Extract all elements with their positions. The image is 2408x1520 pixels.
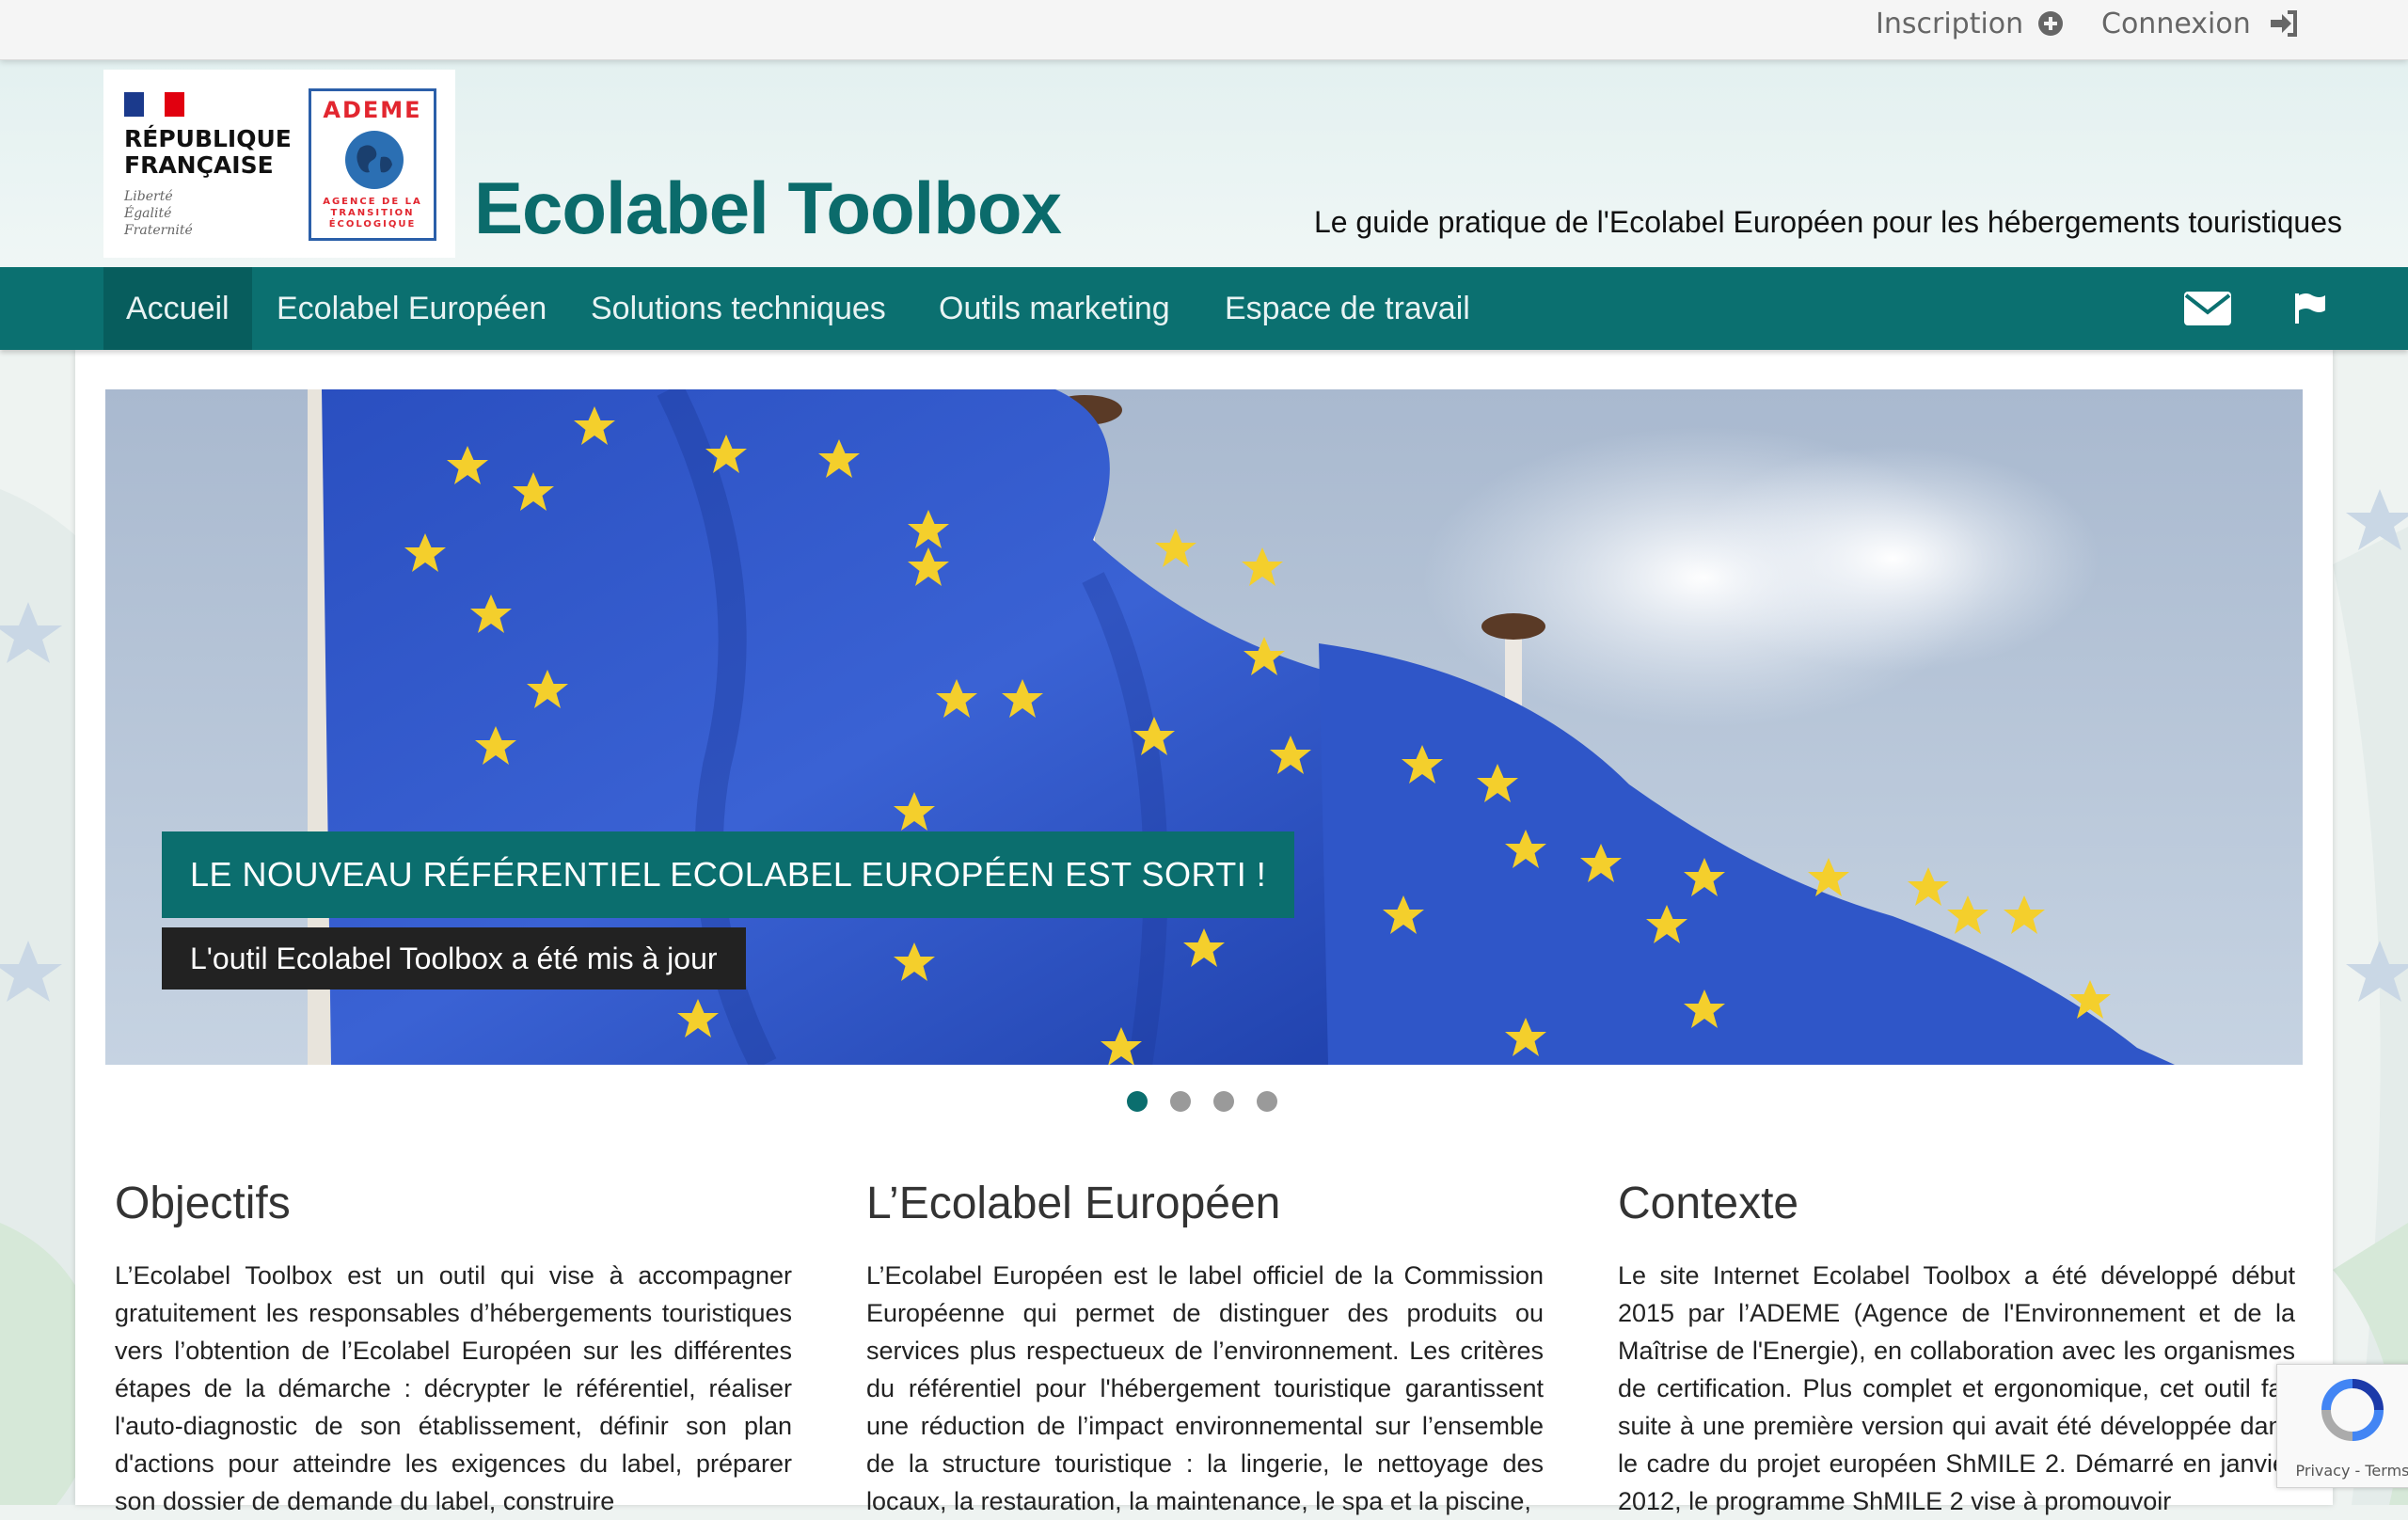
french-flag-icon xyxy=(124,92,184,117)
contact-button[interactable] xyxy=(2184,267,2231,350)
ademe-title: ADEME xyxy=(323,97,422,123)
main-content: LE NOUVEAU RÉFÉRENTIEL ECOLABEL EUROPÉEN… xyxy=(75,350,2333,1515)
main-nav: Accueil Ecolabel Européen Solutions tech… xyxy=(0,267,2408,350)
recaptcha-badge[interactable]: Privacy - Terms xyxy=(2276,1364,2408,1488)
flag-icon xyxy=(2295,293,2325,324)
site-title[interactable]: Ecolabel Toolbox xyxy=(474,166,1062,251)
ademe-sub-2: TRANSITION xyxy=(330,208,415,218)
ademe-sub-3: ÉCOLOGIQUE xyxy=(328,219,417,230)
site-header: RÉPUBLIQUE FRANÇAISE Liberté Égalité Fra… xyxy=(0,60,2408,267)
column-title: L’Ecolabel Européen xyxy=(866,1179,1281,1228)
carousel-caption-title[interactable]: LE NOUVEAU RÉFÉRENTIEL ECOLABEL EUROPÉEN… xyxy=(162,831,1295,918)
column-title: Objectifs xyxy=(115,1179,291,1228)
nav-item-accueil[interactable]: Accueil xyxy=(103,267,252,350)
globe-icon xyxy=(345,131,404,189)
tagline: Le guide pratique de l'Ecolabel Européen… xyxy=(1313,205,2342,239)
rf-motto-1: Liberté xyxy=(124,189,173,204)
ademe-logo[interactable]: ADEME AGENCE DE LA TRANSITION ÉCOLOGIQUE xyxy=(309,88,436,241)
nav-item-espace-de-travail[interactable]: Espace de travail xyxy=(1202,267,1493,350)
envelope-icon xyxy=(2184,292,2231,325)
plus-circle-icon xyxy=(2038,11,2064,36)
carousel-dot-2[interactable] xyxy=(1170,1091,1191,1112)
sign-in-icon xyxy=(2270,10,2297,37)
rf-motto-2: Égalité xyxy=(124,206,172,221)
column-text: L’Ecolabel Européen est le label officie… xyxy=(866,1261,1544,1515)
rf-line1: RÉPUBLIQUE xyxy=(124,125,292,152)
top-bar: Inscription Connexion xyxy=(0,0,2408,60)
carousel-dot-4[interactable] xyxy=(1257,1091,1277,1112)
language-button[interactable] xyxy=(2293,267,2327,350)
login-link[interactable]: Connexion xyxy=(2101,0,2302,47)
carousel-dot-3[interactable] xyxy=(1213,1091,1234,1112)
logos: RÉPUBLIQUE FRANÇAISE Liberté Égalité Fra… xyxy=(103,70,455,258)
nav-item-outils-marketing[interactable]: Outils marketing xyxy=(916,267,1193,350)
signup-link[interactable]: Inscription xyxy=(1876,0,2065,47)
carousel-caption-subtitle: L'outil Ecolabel Toolbox a été mis à jou… xyxy=(162,927,746,990)
column-text: Le site Internet Ecolabel Toolbox a été … xyxy=(1618,1261,2295,1515)
ademe-sub-1: AGENCE DE LA xyxy=(323,197,422,207)
republique-francaise-logo[interactable]: RÉPUBLIQUE FRANÇAISE Liberté Égalité Fra… xyxy=(124,92,292,243)
nav-item-ecolabel-europeen[interactable]: Ecolabel Européen xyxy=(254,267,569,350)
column-text: L’Ecolabel Toolbox est un outil qui vise… xyxy=(115,1261,792,1515)
rf-line2: FRANÇAISE xyxy=(124,151,274,179)
recaptcha-icon xyxy=(2321,1379,2384,1441)
recaptcha-label[interactable]: Privacy - Terms xyxy=(2277,1462,2408,1480)
column-ecolabel: L’Ecolabel Européen L’Ecolabel Européen … xyxy=(866,1178,1544,1520)
carousel-indicators xyxy=(1127,1091,1277,1112)
hero-carousel[interactable]: LE NOUVEAU RÉFÉRENTIEL ECOLABEL EUROPÉEN… xyxy=(105,389,2303,1065)
signup-label: Inscription xyxy=(1876,7,2024,40)
nav-item-solutions-techniques[interactable]: Solutions techniques xyxy=(568,267,909,350)
login-label: Connexion xyxy=(2101,7,2251,40)
column-objectifs: Objectifs L’Ecolabel Toolbox est un outi… xyxy=(115,1178,792,1520)
column-contexte: Contexte Le site Internet Ecolabel Toolb… xyxy=(1618,1178,2295,1520)
carousel-dot-1[interactable] xyxy=(1127,1091,1148,1112)
rf-motto-3: Fraternité xyxy=(124,223,193,238)
column-title: Contexte xyxy=(1618,1179,1799,1228)
